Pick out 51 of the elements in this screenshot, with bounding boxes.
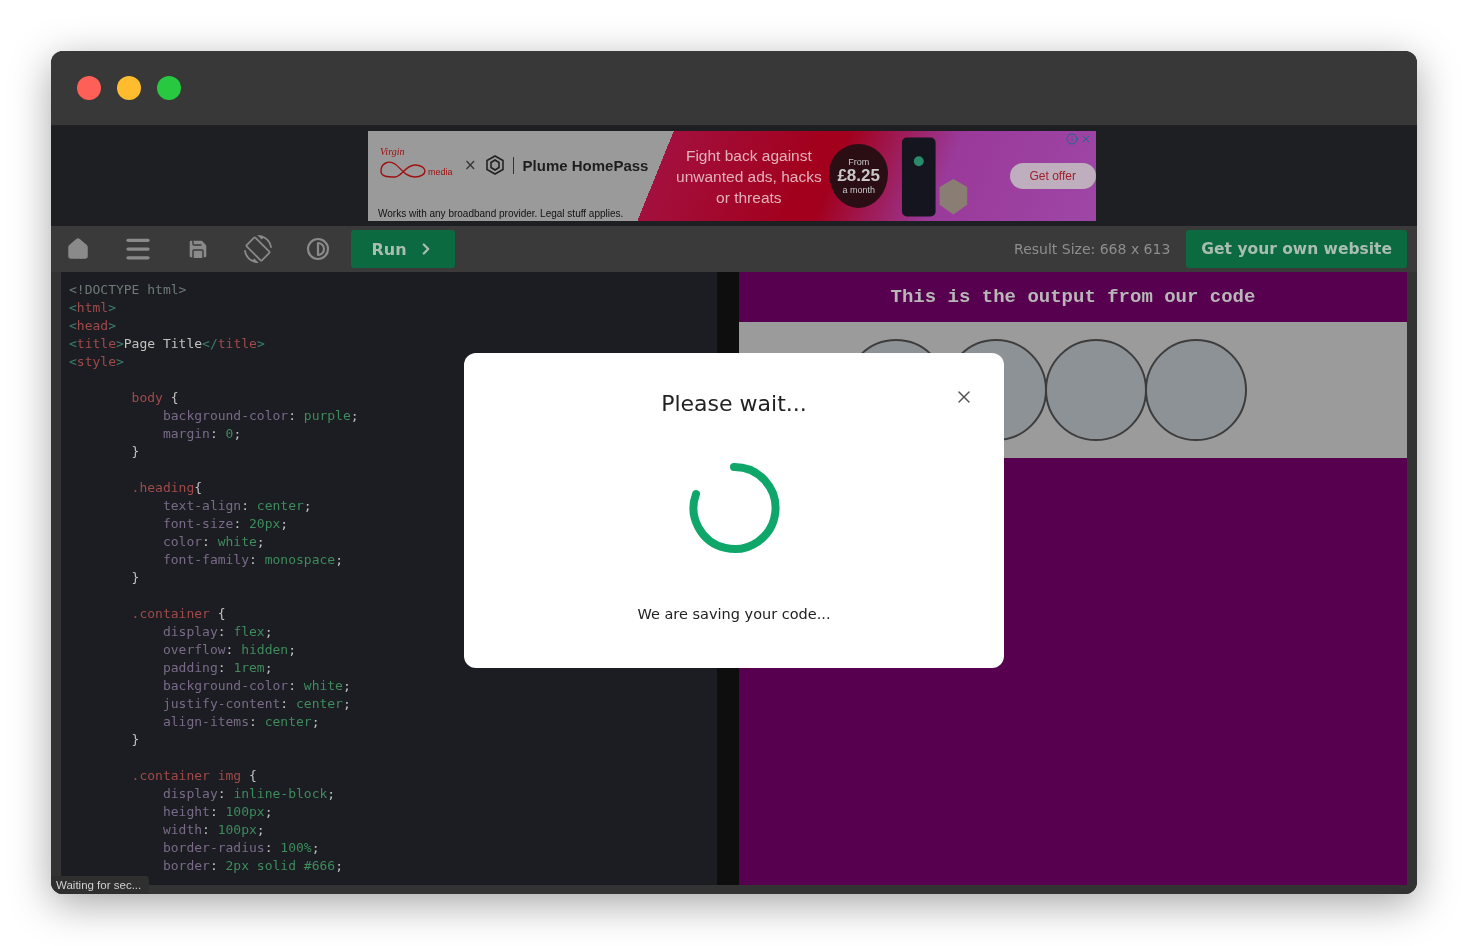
brand-name: Plume HomePass: [512, 156, 649, 174]
result-size-label: Result Size: 668 x 613: [1014, 241, 1171, 257]
code-line: }: [130, 731, 140, 749]
window-control-button[interactable]: [157, 76, 181, 100]
price-period: a month: [842, 185, 875, 195]
advertisement-banner[interactable]: Virgin media × Plume HomePass Works with any broadband provider. Legal stuff applies. Fight back against unwanted ads, hacks or threats From £8.25 a month Get offer: [368, 131, 1096, 221]
code-line: border: 2px solid #666;: [161, 857, 343, 875]
get-offer-button[interactable]: Get offer: [1009, 163, 1096, 189]
code-line: margin: 0;: [161, 425, 242, 443]
code-line: <title>Page Title</title>: [69, 335, 265, 353]
dialog-message: We are saving your code...: [637, 606, 831, 622]
code-line: .container {: [130, 605, 226, 623]
dialog-title: Please wait...: [661, 391, 807, 416]
code-line: overflow: hidden;: [161, 641, 296, 659]
code-line: <!DOCTYPE html>: [69, 281, 187, 299]
times-sign: ×: [464, 156, 477, 174]
run-button[interactable]: Run: [351, 230, 455, 268]
code-line: color: white;: [161, 533, 265, 551]
get-website-button[interactable]: Get your own website: [1186, 230, 1407, 268]
window-control-button[interactable]: [117, 76, 141, 100]
ad-fine-print: Works with any broadband provider. Legal stuff applies.: [378, 208, 625, 219]
code-line: <html>: [69, 299, 116, 317]
output-heading: This is the output from our code: [889, 285, 1257, 310]
code-line: background-color: white;: [161, 677, 351, 695]
ad-headline: Fight back against unwanted ads, hacks or threats: [675, 145, 823, 208]
code-line: font-family: monospace;: [161, 551, 343, 569]
code-line: align-items: center;: [161, 713, 320, 731]
code-line: width: 100px;: [161, 821, 265, 839]
code-line: .container img {: [130, 767, 257, 785]
code-line: height: 100px;: [161, 803, 273, 821]
logo-drawing: Virgin media: [378, 145, 456, 185]
code-line: .heading{: [130, 479, 203, 497]
code-line: border-radius: 100%;: [161, 839, 320, 857]
price-label: From: [848, 157, 870, 167]
code-line: font-size: 20px;: [161, 515, 289, 533]
hexagon-swirl-icon: [484, 155, 505, 175]
code-line: <style>: [69, 353, 124, 371]
code-line: }: [130, 569, 140, 587]
code-line: text-align: center;: [161, 497, 312, 515]
code-line: justify-content: center;: [161, 695, 351, 713]
code-line: <head>: [69, 317, 116, 335]
screen-rotation-icon[interactable]: [243, 234, 273, 264]
code-line: display: flex;: [161, 623, 273, 641]
status-text: Waiting for sec...: [51, 876, 150, 894]
code-line: display: inline-block;: [161, 785, 336, 803]
code-line: body {: [130, 389, 179, 407]
code-line: padding: 1rem;: [161, 659, 273, 677]
window-control-button[interactable]: [77, 76, 101, 100]
code-line: }: [130, 443, 140, 461]
price-amount: £8.25: [837, 167, 880, 185]
code-line: background-color: purple;: [161, 407, 359, 425]
